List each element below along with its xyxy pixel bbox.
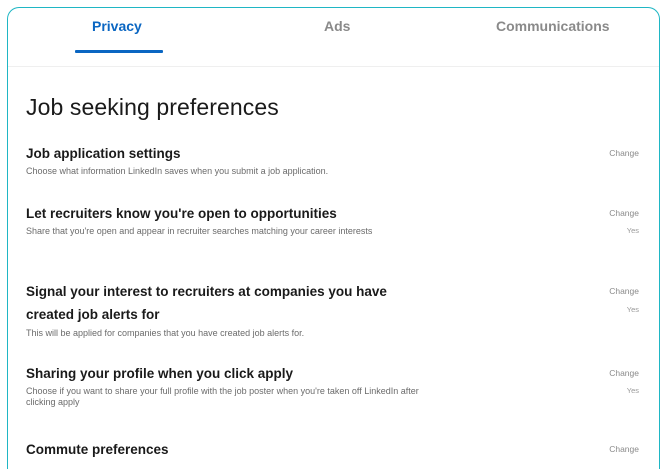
tab-privacy[interactable]: Privacy xyxy=(92,18,142,34)
setting-job-alert-companies: Signal your interest to recruiters at co… xyxy=(26,280,646,339)
setting-open-to-opportunities: Let recruiters know you're open to oppor… xyxy=(26,204,646,237)
setting-title: Signal your interest to recruiters at co… xyxy=(26,284,387,322)
tab-ads[interactable]: Ads xyxy=(324,18,350,34)
change-link[interactable]: Change xyxy=(609,208,639,218)
setting-description: Share that you're open and appear in rec… xyxy=(26,226,373,236)
tab-bar: Privacy Ads Communications xyxy=(8,8,659,66)
setting-description: This will be applied for companies that … xyxy=(26,328,305,338)
change-link[interactable]: Change xyxy=(609,368,639,378)
tab-divider xyxy=(8,66,659,67)
setting-title: Commute preferences xyxy=(26,442,169,457)
setting-title: Let recruiters know you're open to oppor… xyxy=(26,206,337,221)
setting-description: Choose if you want to share your full pr… xyxy=(26,386,419,407)
page-title: Job seeking preferences xyxy=(26,94,279,120)
status-value: Yes xyxy=(626,305,639,314)
active-tab-indicator xyxy=(75,50,163,53)
setting-title: Sharing your profile when you click appl… xyxy=(26,366,294,381)
tab-communications[interactable]: Communications xyxy=(496,18,610,34)
setting-share-profile-on-apply: Sharing your profile when you click appl… xyxy=(26,364,646,408)
change-link[interactable]: Change xyxy=(609,286,639,296)
settings-panel: Privacy Ads Communications Job seeking p… xyxy=(7,7,660,469)
status-value: Yes xyxy=(626,386,639,395)
status-value: Yes xyxy=(626,226,639,235)
setting-title: Job application settings xyxy=(26,146,181,161)
setting-description: Choose what information LinkedIn saves w… xyxy=(26,166,329,176)
setting-commute-preferences: Commute preferences Change xyxy=(26,440,646,460)
change-link[interactable]: Change xyxy=(609,444,639,454)
change-link[interactable]: Change xyxy=(609,148,639,158)
setting-job-application: Job application settings Choose what inf… xyxy=(26,144,646,177)
